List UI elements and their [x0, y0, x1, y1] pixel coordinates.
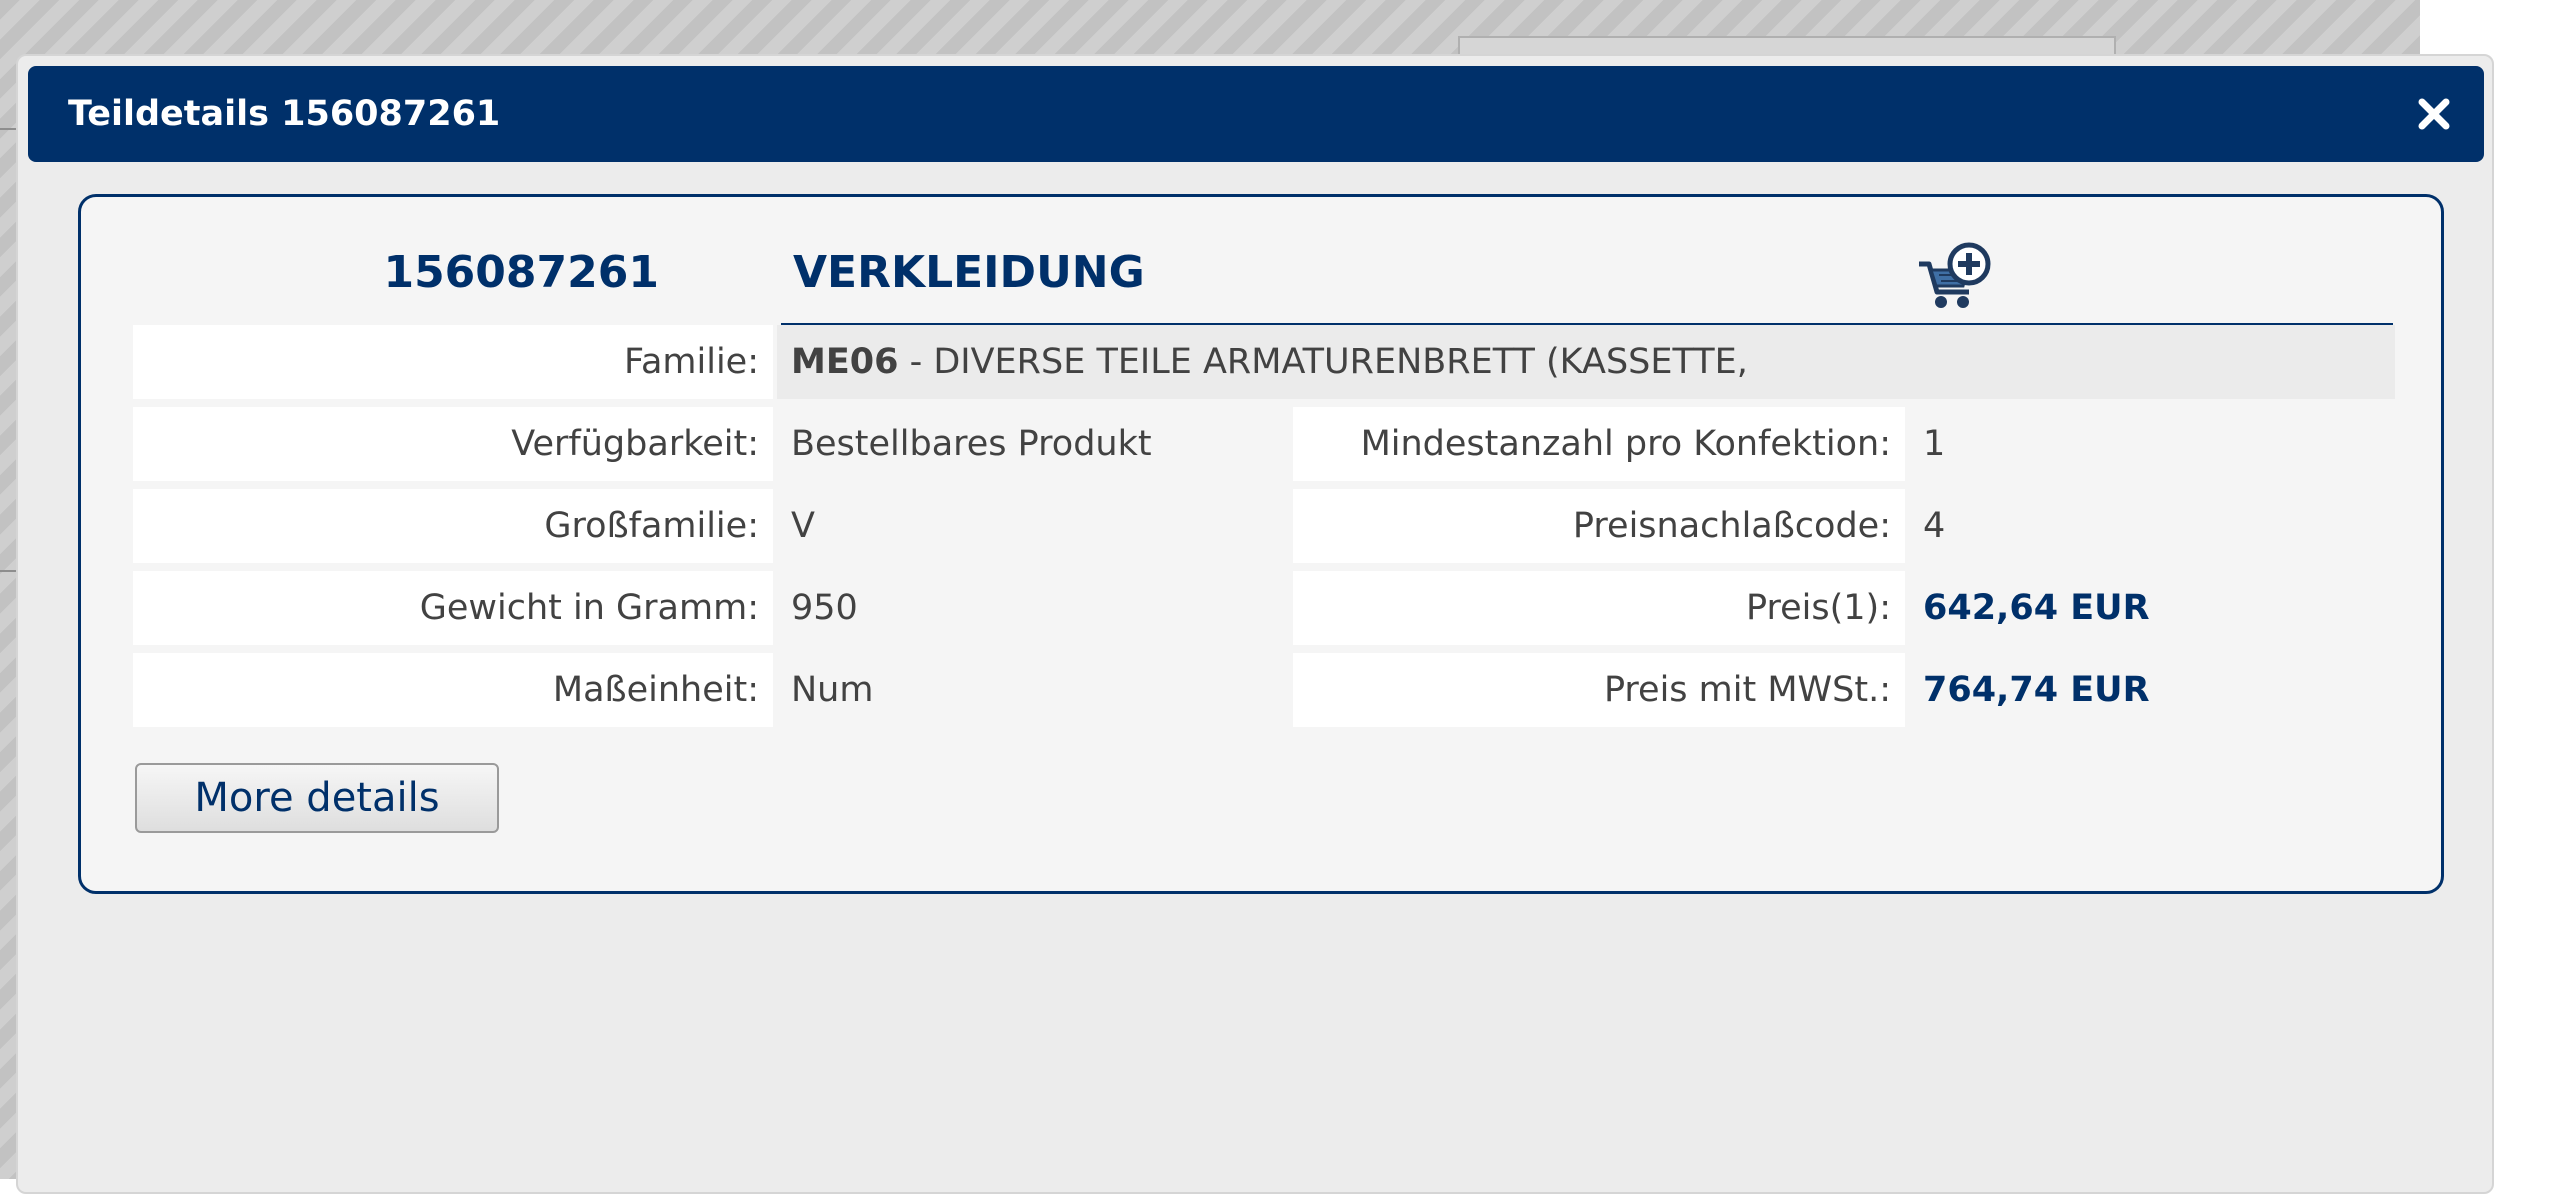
part-detail-panel: 156087261 VERKLEIDUNG Familie: ME06 - DI…: [78, 194, 2444, 894]
availability-label: Verfügbarkeit:: [133, 407, 773, 481]
weight-label: Gewicht in Gramm:: [133, 571, 773, 645]
close-icon[interactable]: [2412, 92, 2456, 136]
min-quantity-value: 1: [1923, 424, 1946, 464]
more-details-button[interactable]: More details: [135, 763, 499, 833]
price-value: 642,64 EUR: [1923, 588, 2150, 628]
detail-row: Maßeinheit: Num Preis mit MWSt.: 764,74 …: [133, 653, 2395, 727]
discount-code-value: 4: [1923, 506, 1946, 546]
unit-value: Num: [791, 670, 874, 710]
familie-row: Familie: ME06 - DIVERSE TEILE ARMATURENB…: [133, 325, 2395, 399]
part-name: VERKLEIDUNG: [793, 247, 1145, 298]
dialog-title: Teildetails 156087261: [68, 94, 501, 134]
price-with-vat-value: 764,74 EUR: [1923, 670, 2150, 710]
familie-description: - DIVERSE TEILE ARMATURENBRETT (KASSETTE…: [898, 342, 1748, 382]
add-to-cart-icon[interactable]: [1917, 242, 1995, 312]
availability-value: Bestellbares Produkt: [791, 424, 1152, 464]
grossfamilie-label: Großfamilie:: [133, 489, 773, 563]
part-details-dialog: Teildetails 156087261 156087261 VERKLEID…: [16, 54, 2494, 1194]
familie-label: Familie:: [133, 325, 773, 399]
price-label: Preis(1):: [1293, 571, 1905, 645]
detail-row: Großfamilie: V Preisnachlaßcode: 4: [133, 489, 2395, 563]
familie-value: ME06 - DIVERSE TEILE ARMATURENBRETT (KAS…: [777, 325, 2395, 399]
price-with-vat-label: Preis mit MWSt.:: [1293, 653, 1905, 727]
detail-row: Verfügbarkeit: Bestellbares Produkt Mind…: [133, 407, 2395, 481]
grossfamilie-value: V: [791, 506, 815, 546]
familie-code: ME06: [791, 342, 899, 382]
unit-label: Maßeinheit:: [133, 653, 773, 727]
part-number: 156087261: [383, 247, 659, 298]
discount-code-label: Preisnachlaßcode:: [1293, 489, 1905, 563]
min-quantity-label: Mindestanzahl pro Konfektion:: [1293, 407, 1905, 481]
dialog-header: Teildetails 156087261: [28, 66, 2484, 162]
detail-row: Gewicht in Gramm: 950 Preis(1): 642,64 E…: [133, 571, 2395, 645]
weight-value: 950: [791, 588, 858, 628]
